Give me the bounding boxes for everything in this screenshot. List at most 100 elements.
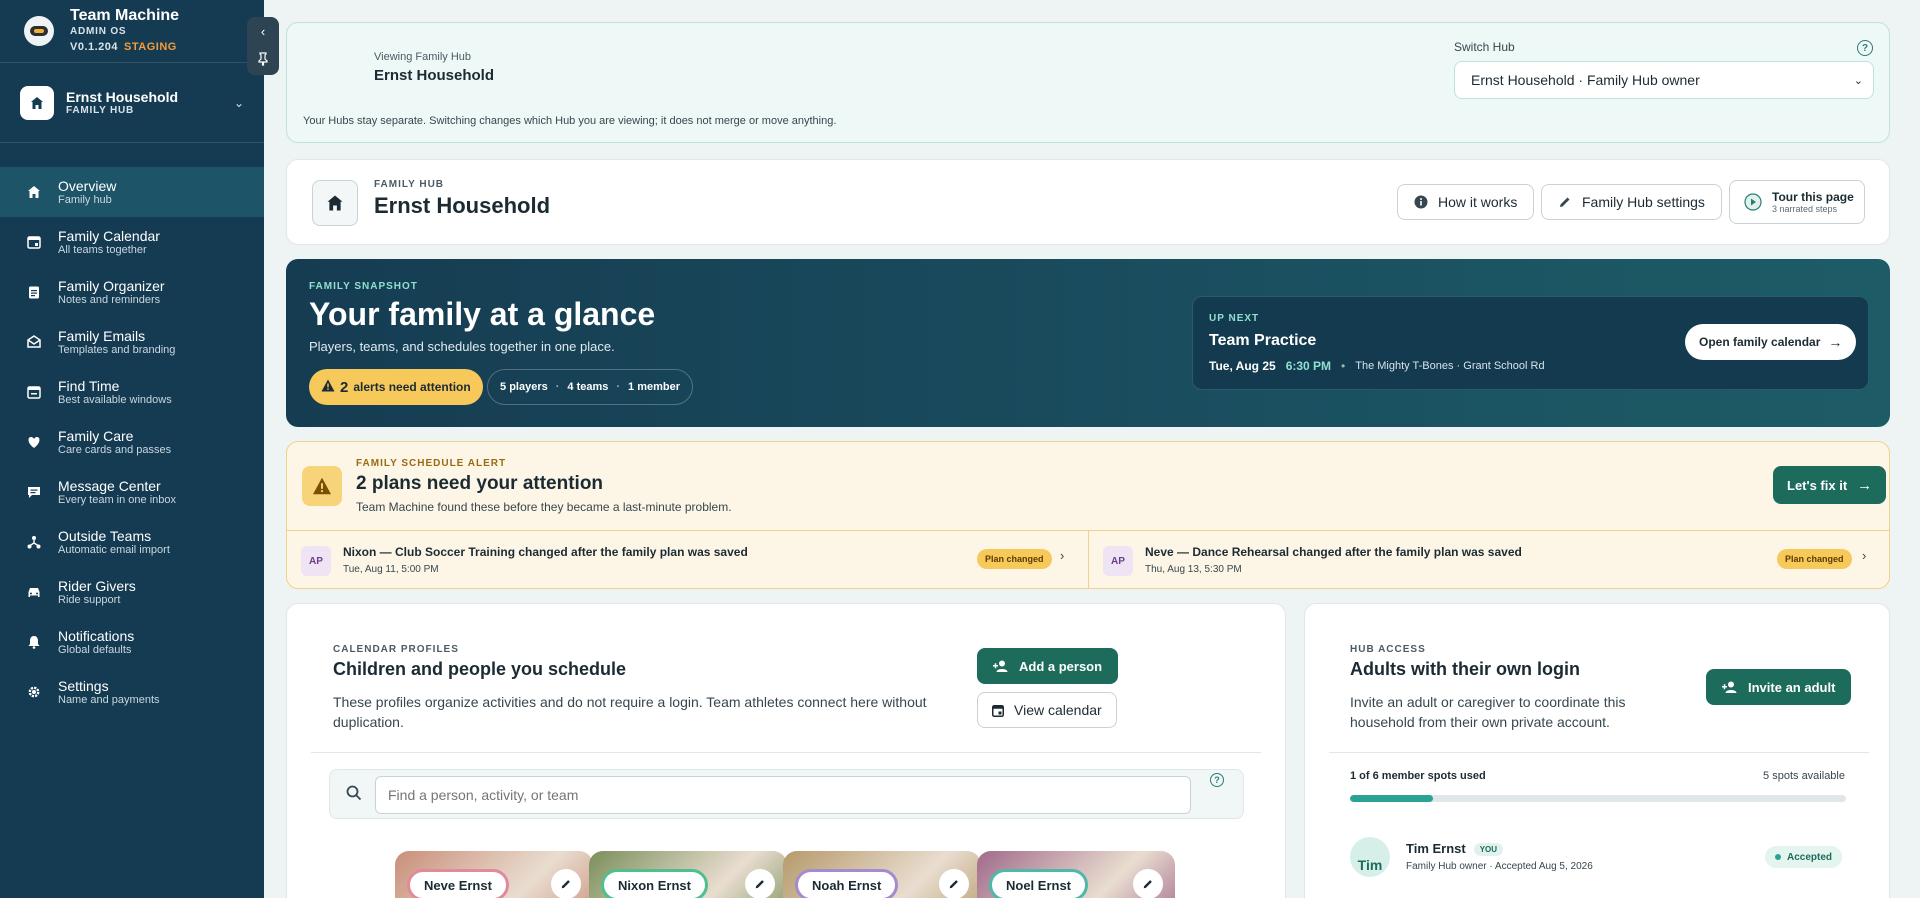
sidebar-item-family-emails[interactable]: Family Emails Templates and branding	[0, 317, 264, 367]
pencil-icon[interactable]	[1133, 869, 1163, 898]
sidebar-item-label: Find Time	[58, 377, 120, 394]
sidebar-item-sub: Ride support	[58, 593, 121, 606]
alert-item-title: Neve — Dance Rehearsal changed after the…	[1145, 545, 1522, 559]
tour-page-button[interactable]: Tour this page 3 narrated steps	[1729, 180, 1865, 224]
sidebar: Team Machine ADMIN OS V0.1.204 STAGING Er…	[0, 0, 264, 898]
car-icon	[26, 584, 42, 600]
sidebar-item-label: Rider Givers	[58, 577, 136, 594]
env-badge: STAGING	[124, 41, 177, 53]
robot-logo-icon	[24, 16, 54, 46]
schedule-alert-label: FAMILY SCHEDULE ALERT	[356, 458, 507, 469]
sidebar-item-rider-givers[interactable]: Rider Givers Ride support	[0, 567, 264, 617]
sidebar-item-label: Overview	[58, 177, 117, 194]
switch-hub-label: Switch Hub	[1454, 40, 1515, 54]
sidebar-collapse-toggle[interactable]: ‹	[247, 17, 279, 75]
snapshot-title: Your family at a glance	[309, 296, 656, 332]
member-row[interactable]: Tim Tim Ernst YOU Family Hub owner · Acce…	[1350, 834, 1850, 880]
person-card[interactable]: Nixon Ernst	[589, 851, 787, 898]
sidebar-item-family-calendar[interactable]: Family Calendar All teams together	[0, 217, 264, 267]
access-description: Invite an adult or caregiver to coordina…	[1350, 694, 1626, 730]
sidebar-item-message-center[interactable]: Message Center Every team in one inbox	[0, 467, 264, 517]
view-calendar-button[interactable]: View calendar	[977, 692, 1117, 728]
pin-icon[interactable]	[257, 51, 269, 69]
lets-fix-it-button[interactable]: Let's fix it →	[1773, 466, 1887, 504]
person-card[interactable]: Neve Ernst	[395, 851, 593, 898]
person-name: Noah Ernst	[795, 869, 899, 898]
pencil-icon[interactable]	[745, 869, 775, 898]
alert-item-date: Thu, Aug 13, 5:30 PM	[1145, 564, 1242, 575]
alerts-pill[interactable]: 2 alerts need attention	[309, 369, 483, 405]
chevron-down-icon: ⌄	[1853, 75, 1863, 87]
teams-label: teams	[576, 381, 609, 393]
sidebar-item-notifications[interactable]: Notifications Global defaults	[0, 617, 264, 667]
sidebar-item-sub: Templates and branding	[58, 343, 176, 356]
family-hub-settings-button[interactable]: Family Hub settings	[1541, 184, 1722, 220]
sidebar-item-settings[interactable]: Settings Name and payments	[0, 667, 264, 717]
sidebar-item-find-time[interactable]: Find Time Best available windows	[0, 367, 264, 417]
hub-switcher[interactable]: Ernst Household FAMILY HUB ⌄	[0, 63, 264, 143]
alert-item-date: Tue, Aug 11, 5:00 PM	[343, 564, 439, 575]
up-next-date: Tue, Aug 25	[1209, 359, 1276, 373]
person-name: Neve Ernst	[407, 869, 509, 898]
members-count: 1	[628, 381, 635, 393]
add-person-label: Add a person	[1019, 658, 1103, 674]
access-title: Adults with their own login	[1350, 659, 1580, 679]
sidebar-item-family-organizer[interactable]: Family Organizer Notes and reminders	[0, 267, 264, 317]
invite-adult-button[interactable]: Invite an adult	[1706, 669, 1852, 705]
member-sub: Family Hub owner · Accepted Aug 5, 2026	[1406, 861, 1593, 872]
home-icon	[26, 184, 42, 200]
person-card[interactable]: Noah Ernst	[783, 851, 981, 898]
counts-pill: 5 players · 4 teams · 1 member	[487, 369, 694, 405]
pencil-icon	[1558, 195, 1572, 209]
sidebar-item-overview[interactable]: Overview Family hub	[0, 167, 264, 217]
pencil-icon[interactable]	[551, 869, 581, 898]
view-calendar-label: View calendar	[1014, 702, 1102, 718]
add-person-button[interactable]: Add a person	[977, 648, 1119, 684]
chat-icon	[26, 484, 42, 500]
how-it-works-button[interactable]: How it works	[1397, 184, 1535, 220]
help-icon[interactable]: ?	[1210, 773, 1224, 787]
sidebar-item-outside-teams[interactable]: Outside Teams Automatic email import	[0, 517, 264, 567]
pencil-icon[interactable]	[939, 869, 969, 898]
open-family-calendar-button[interactable]: Open family calendar →	[1685, 324, 1857, 360]
person-name: Noel Ernst	[989, 869, 1089, 898]
add-user-icon	[993, 660, 1009, 672]
member-name: Tim Ernst	[1406, 841, 1466, 856]
tour-title: Tour this page	[1772, 190, 1854, 204]
sidebar-item-family-care[interactable]: Family Care Care cards and passes	[0, 417, 264, 467]
profiles-description: These profiles organize activities and d…	[333, 694, 927, 730]
home-icon	[20, 85, 54, 120]
switch-hub-select[interactable]: Ernst Household · Family Hub owner ⌄	[1454, 61, 1874, 99]
sidebar-item-sub: Every team in one inbox	[58, 493, 177, 506]
brand: Team Machine ADMIN OS V0.1.204 STAGING	[0, 0, 264, 63]
person-card[interactable]: Noel Ernst	[977, 851, 1175, 898]
how-it-works-label: How it works	[1438, 194, 1518, 210]
hub-type: FAMILY HUB	[66, 105, 135, 116]
app-title: Team Machine	[70, 7, 180, 24]
search-bar: ?	[329, 769, 1244, 819]
home-icon	[312, 180, 358, 226]
viewing-hub-name: Ernst Household	[374, 67, 495, 84]
family-snapshot: FAMILY SNAPSHOT Your family at a glance …	[286, 259, 1890, 427]
up-next-time: 6:30 PM	[1285, 359, 1332, 373]
calendar-icon	[992, 704, 1004, 717]
sidebar-item-sub: Name and payments	[58, 693, 160, 706]
access-label: HUB ACCESS	[1350, 644, 1426, 655]
chevron-left-icon[interactable]: ‹	[261, 24, 265, 39]
invite-adult-label: Invite an adult	[1748, 679, 1836, 695]
arrow-right-icon: →	[1828, 334, 1843, 350]
avatar: AP	[1103, 546, 1133, 576]
sidebar-item-sub: Care cards and passes	[58, 443, 172, 456]
app-version: V0.1.204	[70, 41, 119, 53]
snapshot-subtitle: Players, teams, and schedules together i…	[309, 339, 615, 354]
viewing-label: Viewing Family Hub	[374, 51, 472, 63]
search-input[interactable]	[375, 776, 1191, 814]
alert-item[interactable]: AP Neve — Dance Rehearsal changed after …	[1089, 531, 1890, 589]
status-badge: Plan changed	[1777, 549, 1852, 569]
profiles-title: Children and people you schedule	[333, 659, 627, 679]
members-label: member	[637, 381, 681, 393]
mail-icon	[26, 334, 42, 350]
alert-item[interactable]: AP Nixon — Club Soccer Training changed …	[287, 531, 1088, 589]
help-icon[interactable]: ?	[1857, 40, 1873, 56]
person-name: Nixon Ernst	[601, 869, 708, 898]
